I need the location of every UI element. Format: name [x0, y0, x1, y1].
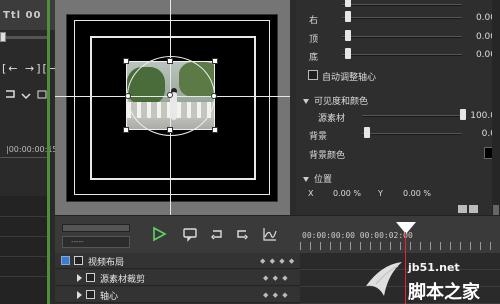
left-toolbar: [0, 88, 50, 102]
auto-axis-checkbox[interactable]: [308, 70, 318, 80]
crop-top-slider-knob[interactable]: [345, 0, 351, 7]
scrub-knob[interactable]: [0, 32, 6, 42]
background-opacity-slider-track[interactable]: [362, 133, 462, 135]
scrub-track[interactable]: [0, 36, 50, 39]
tree-row-label: 轴心: [100, 292, 119, 302]
keyframe-buttons[interactable]: ◆ ◆ ◆: [263, 291, 289, 299]
visibility-section-label: 可见度和颜色: [314, 97, 369, 107]
playhead-marker[interactable]: [396, 222, 416, 234]
loop-right-icon: [237, 230, 248, 240]
resize-handle-bottom[interactable]: [167, 127, 173, 133]
collapse-triangle-icon: [303, 177, 309, 182]
crop-top-label: 顶: [309, 35, 319, 45]
position-y-label: Y: [378, 189, 383, 198]
play-icon: [153, 226, 167, 242]
watermark-site: jb51.net: [408, 261, 460, 274]
resize-handle-bottom-right[interactable]: [212, 127, 218, 133]
auto-axis-label: 自动调整轴心: [322, 73, 377, 83]
resize-handle-right[interactable]: [211, 93, 217, 99]
loop-icon[interactable]: [0, 88, 50, 102]
tree-row[interactable]: 视频布局 ◆ ◆ ◆ ◆: [55, 253, 300, 269]
resize-handle-top-left[interactable]: [123, 58, 129, 64]
position-section-label: 位置: [314, 175, 333, 185]
source-label: 源素材: [318, 114, 346, 124]
tree-row-label: 视频布局: [88, 258, 125, 268]
collapse-toggle-icon[interactable]: [61, 256, 70, 265]
enable-checkbox[interactable]: [86, 273, 95, 282]
background-label: 背景: [309, 132, 328, 142]
visibility-section-header[interactable]: 可见度和颜色: [303, 94, 368, 107]
graph-button[interactable]: [262, 226, 278, 242]
speech-bubble-icon: [183, 228, 197, 242]
curve-graph-icon: [263, 228, 277, 241]
watermark-logo-icon: [366, 262, 402, 296]
crop-right-slider-track[interactable]: [342, 17, 462, 19]
expand-arrow-icon[interactable]: [77, 274, 82, 282]
position-y-value[interactable]: 0.00 %: [403, 189, 431, 198]
watermark-name: 脚本之家: [408, 282, 480, 303]
enable-checkbox[interactable]: [86, 290, 95, 299]
undo-button[interactable]: [209, 226, 225, 242]
enable-checkbox[interactable]: [74, 256, 83, 265]
left-track-area: [0, 196, 50, 304]
resize-handle-left[interactable]: [125, 93, 131, 99]
tree-row-label: 源素材裁剪: [100, 275, 146, 285]
keyframe-nav-buttons[interactable]: [458, 205, 490, 224]
resize-handle-bottom-left[interactable]: [123, 127, 129, 133]
crop-right-slider-knob[interactable]: [345, 11, 351, 22]
collapse-triangle-icon: [303, 99, 309, 104]
tree-row[interactable]: 轴心 ◆ ◆ ◆: [55, 287, 300, 303]
crop-top-row-slider-knob[interactable]: [345, 30, 351, 41]
player-timecode: Ttl 00: [3, 10, 42, 21]
property-scrollbar[interactable]: [492, 0, 500, 215]
tree-row[interactable]: 源素材裁剪 ◆ ◆ ◆: [55, 270, 300, 286]
active-track-indicator: [47, 0, 50, 304]
resize-handle-top-right[interactable]: [212, 58, 218, 64]
mark-in-out-buttons[interactable]: [← →][→: [2, 62, 60, 75]
play-button[interactable]: [151, 226, 167, 242]
position-x-value[interactable]: 0.00 %: [333, 189, 361, 198]
timeline-zoom-select[interactable]: -----: [62, 236, 130, 248]
source-opacity-slider-knob[interactable]: [460, 109, 466, 120]
source-opacity-slider-track[interactable]: [362, 115, 462, 117]
redo-button[interactable]: [234, 226, 250, 242]
position-section-header[interactable]: 位置: [303, 172, 332, 185]
crop-bottom-slider-track[interactable]: [342, 54, 462, 56]
timeline-zoom-slider[interactable]: [62, 224, 130, 232]
crop-top-slider-track[interactable]: [342, 4, 462, 6]
resize-handle-top[interactable]: [167, 58, 173, 64]
pivot-handle[interactable]: [167, 92, 173, 98]
comment-button[interactable]: [182, 226, 198, 242]
center-guide-vertical: [170, 0, 171, 215]
background-color-label: 背景颜色: [309, 151, 346, 161]
crop-bottom-label: 底: [309, 53, 319, 63]
ruler-ticks: [300, 242, 500, 250]
crop-right-label: 右: [309, 16, 319, 26]
keyframe-buttons[interactable]: ◆ ◆ ◆ ◆: [260, 257, 295, 265]
position-x-label: X: [308, 189, 314, 198]
crop-bottom-slider-knob[interactable]: [345, 48, 351, 59]
keyframe-buttons[interactable]: ◆ ◆ ◆: [263, 274, 289, 282]
loop-left-icon: [211, 230, 222, 240]
expand-arrow-icon[interactable]: [77, 291, 82, 299]
crop-top-row-slider-track[interactable]: [342, 36, 462, 38]
background-opacity-slider-knob[interactable]: [364, 127, 370, 138]
property-scrollbar-thumb[interactable]: [493, 205, 499, 215]
